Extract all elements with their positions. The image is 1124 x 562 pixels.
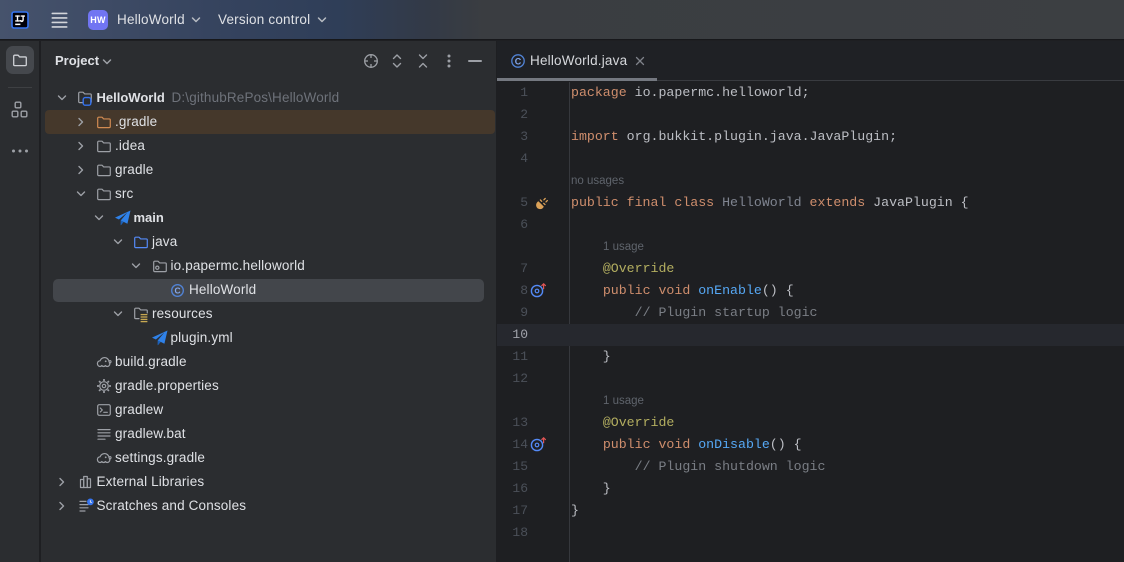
svg-text:C: C bbox=[515, 56, 522, 66]
svg-text:C: C bbox=[174, 285, 180, 295]
